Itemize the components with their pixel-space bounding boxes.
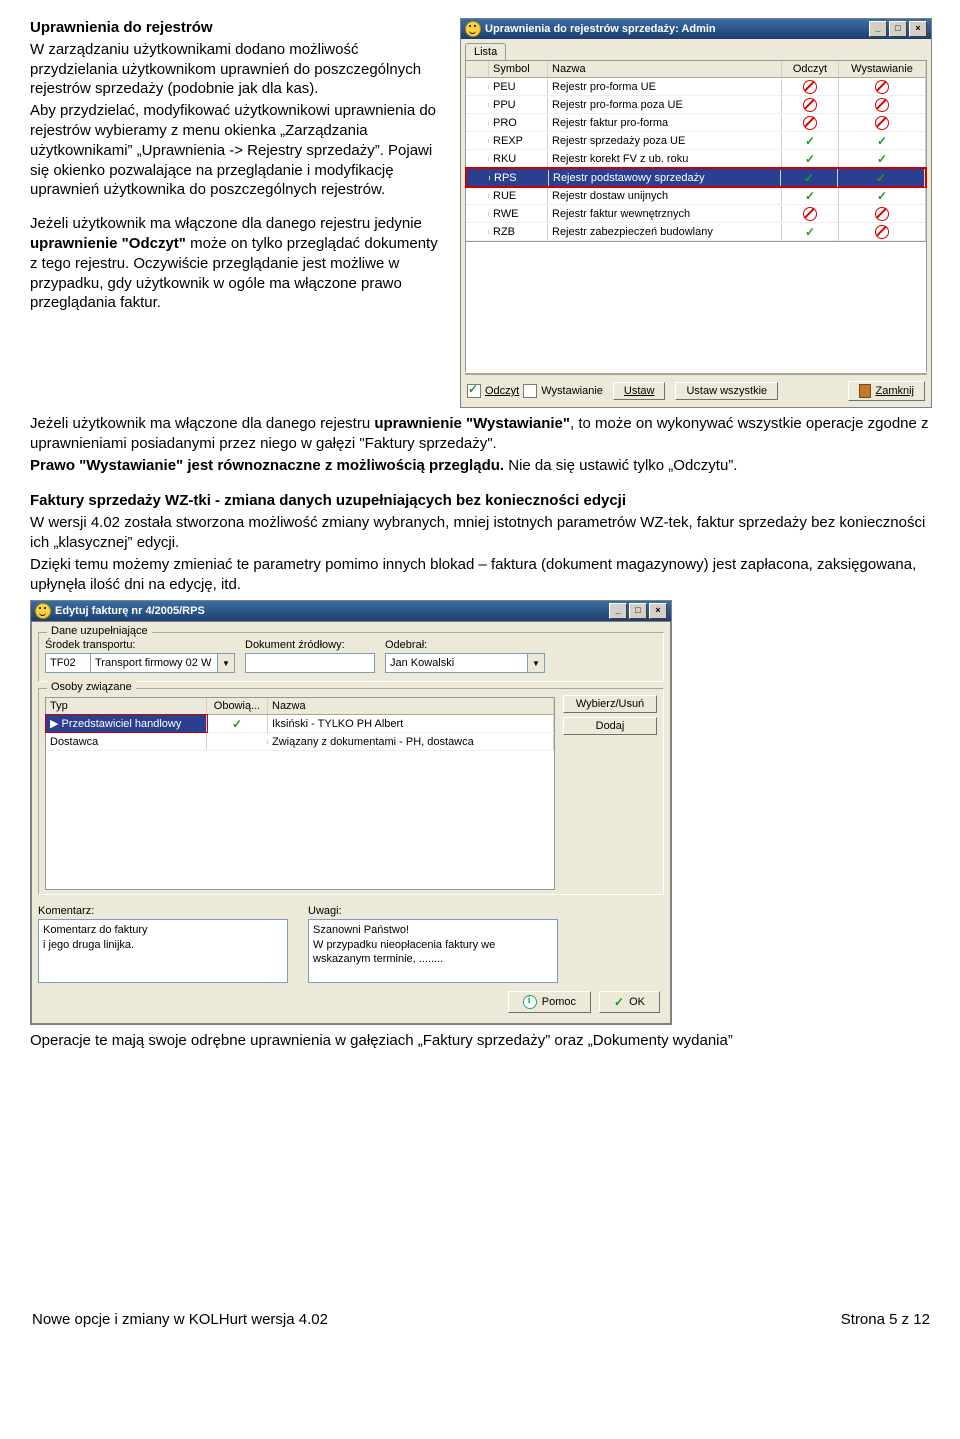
table-row[interactable]: PEURejestr pro-forma UE <box>466 78 926 96</box>
table-row[interactable]: ▶ Przedstawiciel handlowy✓Iksiński - TYL… <box>46 715 554 733</box>
table-row[interactable]: RKURejestr korekt FV z ub. roku✓✓ <box>466 150 926 168</box>
dropdown-icon: ▼ <box>218 653 235 673</box>
para: Prawo "Wystawianie" jest równoznaczne z … <box>30 456 932 476</box>
heading-wz: Faktury sprzedaży WZ-tki - zmiana danych… <box>30 491 932 511</box>
registry-grid: Symbol Nazwa Odczyt Wystawianie PEURejes… <box>465 60 927 242</box>
tab-lista[interactable]: Lista <box>465 43 506 60</box>
permissions-window: Uprawnienia do rejestrów sprzedaży: Admi… <box>460 18 932 408</box>
odczyt-checkbox[interactable]: ✓Odczyt <box>467 384 519 398</box>
window-title: Edytuj fakturę nr 4/2005/RPS <box>55 605 205 617</box>
para: W wersji 4.02 została stworzona możliwoś… <box>30 513 932 553</box>
group-dane: Dane uzupełniające Środek transportu: TF… <box>38 632 664 682</box>
titlebar: Edytuj fakturę nr 4/2005/RPS _ □ × <box>31 601 671 621</box>
uwagi-textarea[interactable]: Szanowni Państwo!W przypadku nieopłaceni… <box>308 919 558 983</box>
para: Dzięki temu możemy zmieniać te parametry… <box>30 555 932 595</box>
grid-header: Symbol Nazwa Odczyt Wystawianie <box>466 61 926 78</box>
pomoc-button[interactable]: Pomoc <box>508 991 591 1013</box>
table-row[interactable]: RZBRejestr zabezpieczeń budowlany✓ <box>466 223 926 241</box>
osoby-grid[interactable]: Typ Obowią... Nazwa ▶ Przedstawiciel han… <box>45 697 555 890</box>
titlebar: Uprawnienia do rejestrów sprzedaży: Admi… <box>461 19 931 39</box>
table-row[interactable]: DostawcaZwiązany z dokumentami - PH, dos… <box>46 733 554 751</box>
table-row[interactable]: RUERejestr dostaw unijnych✓✓ <box>466 187 926 205</box>
ustaw-wszystkie-button[interactable]: Ustaw wszystkie <box>675 382 778 400</box>
window-title: Uprawnienia do rejestrów sprzedaży: Admi… <box>485 23 716 35</box>
table-row[interactable]: PPURejestr pro-forma poza UE <box>466 96 926 114</box>
close-button[interactable]: × <box>649 603 667 619</box>
page-footer: Nowe opcje i zmiany w KOLHurt wersja 4.0… <box>30 1311 932 1328</box>
komentarz-textarea[interactable]: Komentarz do fakturyi jego druga linijka… <box>38 919 288 983</box>
srodek-transportu-combo[interactable]: TF02 Transport firmowy 02 W ▼ <box>45 653 235 673</box>
minimize-button[interactable]: _ <box>609 603 627 619</box>
edit-invoice-window: Edytuj fakturę nr 4/2005/RPS _ □ × Dane … <box>30 600 672 1025</box>
para: Operacje te mają swoje odrębne uprawnien… <box>30 1031 932 1051</box>
info-icon <box>523 995 537 1009</box>
para: Jeżeli użytkownik ma włączone dla danego… <box>30 414 932 454</box>
maximize-button[interactable]: □ <box>629 603 647 619</box>
bottom-bar: ✓Odczyt Wystawianie Ustaw Ustaw wszystki… <box>461 375 931 407</box>
wybierz-usun-button[interactable]: Wybierz/Usuń <box>563 695 657 713</box>
zamknij-button[interactable]: Zamknij <box>848 381 925 401</box>
dropdown-icon: ▼ <box>528 653 545 673</box>
dodaj-button[interactable]: Dodaj <box>563 717 657 735</box>
table-row[interactable]: ▶RPSRejestr podstawowy sprzedaży✓✓ <box>466 168 926 187</box>
close-button[interactable]: × <box>909 21 927 37</box>
group-osoby: Osoby związane Typ Obowią... Nazwa ▶ Prz… <box>38 688 664 895</box>
table-row[interactable]: REXPRejestr sprzedaży poza UE✓✓ <box>466 132 926 150</box>
minimize-button[interactable]: _ <box>869 21 887 37</box>
wystawianie-checkbox[interactable]: Wystawianie <box>523 384 603 398</box>
ok-button[interactable]: ✓OK <box>599 991 660 1013</box>
table-row[interactable]: RWERejestr faktur wewnętrznych <box>466 205 926 223</box>
app-icon <box>465 21 481 37</box>
dokument-zrodlowy-input[interactable] <box>245 653 375 673</box>
ustaw-button[interactable]: Ustaw <box>613 382 666 400</box>
odebral-combo[interactable]: Jan Kowalski ▼ <box>385 653 545 673</box>
door-icon <box>859 384 871 398</box>
app-icon <box>35 603 51 619</box>
table-row[interactable]: PRORejestr faktur pro-forma <box>466 114 926 132</box>
maximize-button[interactable]: □ <box>889 21 907 37</box>
